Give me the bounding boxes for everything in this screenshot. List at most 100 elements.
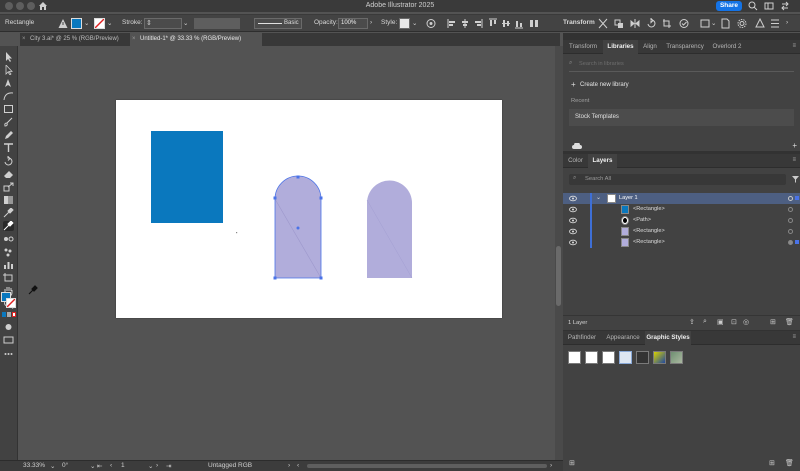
style-swatch[interactable]: [619, 351, 632, 364]
tab-transparency[interactable]: Transparency: [662, 40, 708, 54]
layer-row[interactable]: <Rectangle>: [563, 204, 800, 215]
layer-name[interactable]: <Rectangle>: [633, 228, 665, 234]
preferences-icon[interactable]: [737, 18, 747, 29]
layer-name[interactable]: Layer 1: [619, 195, 638, 201]
scrollbar-thumb[interactable]: [556, 246, 561, 306]
shape-builder-icon[interactable]: [700, 18, 710, 29]
document-tab-city[interactable]: × City 3.ai* @ 25 % (RGB/Preview): [20, 33, 128, 46]
layers-search-field[interactable]: ⌕ Search All: [569, 174, 786, 185]
rotate-tool-icon[interactable]: [3, 156, 14, 166]
tab-appearance[interactable]: Appearance: [601, 331, 645, 345]
chevron-down-icon[interactable]: ⌄: [412, 19, 417, 27]
warning-icon[interactable]: [58, 18, 68, 29]
chevron-right-icon[interactable]: ›: [370, 19, 372, 26]
trash-icon[interactable]: 🗑: [785, 318, 794, 326]
stock-templates-item[interactable]: Stock Templates: [569, 109, 794, 126]
trash-icon[interactable]: 🗑: [785, 459, 794, 467]
anchor-point[interactable]: [273, 276, 277, 280]
scroll-left-icon[interactable]: ‹: [297, 462, 299, 469]
style-swatch[interactable]: [399, 18, 410, 29]
opacity-input[interactable]: 100%: [338, 18, 368, 29]
layer-row[interactable]: ⌄ Layer 1: [563, 193, 800, 204]
blue-rectangle[interactable]: [151, 131, 223, 223]
fill-swatch[interactable]: [71, 18, 82, 29]
horizontal-scrollbar-thumb[interactable]: [307, 464, 547, 468]
library-search-field[interactable]: ⌕ Search in libraries: [569, 60, 794, 72]
artwork-canvas[interactable]: [116, 100, 502, 318]
flip-icon[interactable]: [630, 18, 640, 29]
arrange-icon[interactable]: [614, 18, 624, 29]
new-sublayer-icon[interactable]: ⊡: [731, 318, 737, 326]
column-graph-tool-icon[interactable]: [3, 260, 14, 270]
fill-stroke-swatches[interactable]: [1, 292, 17, 310]
target-circle-icon[interactable]: [788, 240, 793, 245]
rectangle-tool-icon[interactable]: [3, 104, 14, 114]
variable-width-profile[interactable]: [194, 18, 240, 29]
artboard-tool-icon[interactable]: [3, 273, 14, 283]
target-circle-icon[interactable]: [788, 207, 793, 212]
brush-definition-select[interactable]: Basic: [254, 18, 302, 29]
style-library-icon[interactable]: ⊞: [569, 459, 575, 467]
zoom-level[interactable]: 33.33%: [23, 462, 45, 469]
style-swatch[interactable]: [602, 351, 615, 364]
blend-tool-icon[interactable]: [3, 234, 14, 244]
vertical-scrollbar[interactable]: [555, 46, 563, 460]
add-library-icon[interactable]: +: [792, 141, 797, 150]
target-circle-icon[interactable]: [788, 218, 793, 223]
symbol-sprayer-tool-icon[interactable]: [3, 247, 14, 257]
prev-artboard-icon[interactable]: ‹: [110, 462, 112, 469]
align-left-icon[interactable]: [447, 18, 457, 29]
recolor-artwork-icon[interactable]: [755, 18, 765, 29]
layer-name[interactable]: <Path>: [633, 217, 651, 223]
chevron-down-icon[interactable]: ⌄: [90, 462, 95, 470]
export-icon[interactable]: ⇪: [689, 318, 695, 326]
isolate-icon[interactable]: [598, 18, 608, 29]
chevron-down-icon[interactable]: ⌄: [84, 19, 89, 27]
share-button[interactable]: Share: [716, 1, 742, 11]
eyedropper-tool-active-icon[interactable]: [3, 221, 14, 231]
color-mode-icons[interactable]: [2, 312, 16, 318]
type-tool-icon[interactable]: [3, 143, 14, 153]
layer-name[interactable]: <Rectangle>: [633, 239, 665, 245]
eraser-tool-icon[interactable]: [3, 169, 14, 179]
target-circle-icon[interactable]: [788, 196, 793, 201]
screen-mode-icon[interactable]: [3, 335, 14, 345]
new-layer-icon[interactable]: ⊞: [770, 318, 776, 326]
arch-shape[interactable]: [367, 180, 412, 279]
distribute-icon[interactable]: [529, 18, 539, 29]
layer-row[interactable]: <Rectangle>: [563, 226, 800, 237]
align-top-icon[interactable]: [488, 18, 498, 29]
stroke-swatch[interactable]: [94, 18, 105, 29]
align-center-icon[interactable]: [460, 18, 470, 29]
draw-mode-icon[interactable]: [3, 322, 14, 332]
panel-menu-icon[interactable]: ≡: [792, 334, 796, 340]
collect-export-icon[interactable]: ◎: [743, 318, 749, 326]
first-artboard-icon[interactable]: ⇤: [97, 462, 102, 470]
close-tab-icon[interactable]: ×: [132, 33, 136, 46]
gradient-tool-icon[interactable]: [3, 195, 14, 205]
filter-icon[interactable]: [792, 176, 799, 183]
eye-icon[interactable]: [569, 195, 577, 202]
more-tools-icon[interactable]: [3, 349, 14, 359]
align-right-icon[interactable]: [473, 18, 483, 29]
style-swatch[interactable]: [670, 351, 683, 364]
chevron-right-icon[interactable]: ›: [786, 19, 788, 26]
style-swatch[interactable]: [653, 351, 666, 364]
tab-align[interactable]: Align: [638, 40, 662, 54]
paintbrush-tool-icon[interactable]: [3, 117, 14, 127]
new-style-icon[interactable]: ⊞: [769, 459, 775, 467]
eye-icon[interactable]: [569, 217, 577, 224]
chevron-down-icon[interactable]: ⌄: [183, 19, 188, 27]
anchor-point[interactable]: [319, 196, 323, 200]
tab-layers[interactable]: Layers: [588, 154, 617, 168]
tab-color[interactable]: Color: [563, 154, 588, 168]
curvature-tool-icon[interactable]: [3, 91, 14, 101]
scroll-right-icon[interactable]: ›: [550, 462, 552, 469]
next-artboard-icon[interactable]: ›: [156, 462, 158, 469]
tab-overlord[interactable]: Overlord 2: [708, 40, 746, 54]
tab-transform[interactable]: Transform: [563, 40, 603, 54]
search-icon[interactable]: [748, 1, 758, 11]
anchor-point[interactable]: [296, 175, 300, 179]
rotate-view-value[interactable]: 0°: [62, 462, 68, 469]
artboard[interactable]: [116, 100, 502, 318]
